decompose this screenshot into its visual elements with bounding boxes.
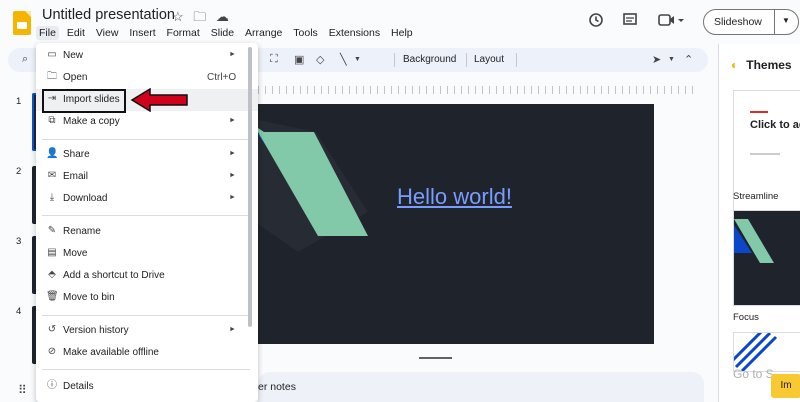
chevron-down-icon[interactable]: ▼: [782, 16, 790, 25]
menu-scrollbar[interactable]: [248, 47, 252, 327]
menu-extensions[interactable]: Extensions: [326, 26, 383, 40]
history-icon: ↺: [47, 324, 57, 335]
annotation-arrow-icon: [130, 88, 188, 112]
video-camera-icon[interactable]: [658, 12, 684, 32]
move-folder-icon: ▤: [47, 247, 57, 258]
shortcut-label: Ctrl+O: [207, 72, 237, 83]
email-icon: ✉: [47, 170, 57, 181]
menu-item-download[interactable]: ⤓ Download ►: [36, 188, 258, 210]
trash-icon: 🗑: [46, 291, 59, 302]
app-header: Untitled presentation ☆ 🗀 ☁ File Edit Vi…: [0, 0, 800, 44]
horizontal-ruler: [258, 86, 698, 94]
select-pointer-icon[interactable]: ➤: [652, 53, 661, 66]
folder-open-icon: 🗀: [47, 71, 57, 82]
menu-insert[interactable]: Insert: [126, 26, 158, 40]
theme-name: Focus: [733, 312, 759, 323]
menu-view[interactable]: View: [93, 26, 122, 40]
history-icon[interactable]: [588, 12, 604, 32]
menu-tools[interactable]: Tools: [290, 26, 321, 40]
themes-panel: ◐Themes Click to add Streamline Focus Go…: [718, 44, 800, 402]
menu-item-details[interactable]: ⓘ Details: [36, 376, 258, 398]
search-menus-icon[interactable]: ⌕: [22, 53, 28, 66]
menu-format[interactable]: Format: [164, 26, 203, 40]
menu-item-make-a-copy[interactable]: ⧉ Make a copy ►: [36, 111, 258, 133]
background-button[interactable]: Background: [403, 54, 456, 65]
menu-item-open[interactable]: 🗀 Open Ctrl+O: [36, 67, 258, 89]
star-icon[interactable]: ☆: [172, 9, 184, 24]
menu-item-move-to-bin[interactable]: 🗑 Move to bin: [36, 287, 258, 309]
import-theme-button[interactable]: Im: [771, 374, 800, 398]
menu-divider: [42, 369, 250, 370]
menu-divider: [42, 215, 250, 216]
menu-arrange[interactable]: Arrange: [242, 26, 285, 40]
submenu-arrow-icon: ►: [229, 326, 236, 333]
menu-slide[interactable]: Slide: [208, 26, 237, 40]
annotation-highlight-box: [42, 89, 126, 113]
submenu-arrow-icon: ►: [229, 117, 236, 124]
shape-icon[interactable]: ◇: [316, 53, 324, 66]
slide-number: 1: [16, 96, 22, 107]
import-theme-text: Go to S: [733, 367, 774, 381]
menu-item-add-shortcut[interactable]: ⬘ Add a shortcut to Drive: [36, 265, 258, 287]
menu-divider: [42, 315, 250, 316]
theme-card-third[interactable]: [733, 332, 800, 372]
speaker-notes-area[interactable]: [258, 372, 704, 402]
menu-item-rename[interactable]: ✎ Rename: [36, 221, 258, 243]
layout-button[interactable]: Layout: [474, 54, 504, 65]
download-icon: ⤓: [49, 192, 55, 203]
grid-view-icon[interactable]: ⠿: [18, 383, 27, 397]
menu-bar: File Edit View Insert Format Slide Arran…: [36, 26, 418, 42]
submenu-arrow-icon: ►: [229, 194, 236, 201]
menu-item-new[interactable]: ▭ New ►: [36, 45, 258, 67]
submenu-arrow-icon: ►: [229, 51, 236, 58]
palette-icon: ◐: [731, 58, 739, 72]
slide-canvas[interactable]: Hello world!: [258, 104, 654, 344]
theme-card-focus[interactable]: [733, 210, 800, 306]
comment-icon[interactable]: [622, 12, 638, 32]
image-icon[interactable]: ▣: [294, 53, 304, 66]
folder-move-icon[interactable]: 🗀: [193, 9, 206, 24]
document-title[interactable]: Untitled presentation: [42, 7, 175, 23]
resize-handle[interactable]: [419, 357, 452, 359]
slides-logo-icon[interactable]: [13, 11, 31, 35]
menu-item-email[interactable]: ✉ Email ►: [36, 166, 258, 188]
cloud-status-icon[interactable]: ☁: [216, 9, 229, 24]
slide-title-text[interactable]: Hello world!: [397, 184, 512, 210]
collapse-toolbar-icon[interactable]: ⌃: [684, 53, 693, 66]
line-icon[interactable]: ╲: [340, 53, 347, 66]
menu-help[interactable]: Help: [388, 26, 416, 40]
theme-name: Streamline: [733, 191, 779, 202]
slide-number: 3: [16, 236, 22, 247]
offline-icon: ⊘: [47, 346, 57, 357]
menu-file[interactable]: File: [36, 26, 59, 40]
menu-divider: [42, 139, 250, 140]
slide-number: 4: [16, 306, 22, 317]
submenu-arrow-icon: ►: [229, 172, 236, 179]
new-presentation-icon: ▭: [47, 49, 57, 60]
rename-icon: ✎: [47, 225, 57, 236]
speaker-notes-placeholder: er notes: [258, 381, 296, 393]
slide-decoration: [258, 120, 368, 252]
copy-icon: ⧉: [48, 115, 56, 126]
themes-heading: ◐ Themes: [731, 58, 792, 72]
slide-number: 2: [16, 166, 22, 177]
drive-shortcut-icon: ⬘: [48, 269, 56, 280]
select-frame-icon[interactable]: ⛶: [270, 53, 278, 66]
slideshow-label: Slideshow: [714, 16, 762, 28]
menu-item-move[interactable]: ▤ Move: [36, 243, 258, 265]
menu-item-make-offline[interactable]: ⊘ Make available offline: [36, 342, 258, 364]
line-dropdown-icon[interactable]: ▼: [354, 56, 361, 63]
menu-item-version-history[interactable]: ↺ Version history ►: [36, 320, 258, 342]
submenu-arrow-icon: ►: [229, 150, 236, 157]
pointer-dropdown-icon[interactable]: ▼: [668, 56, 675, 63]
menu-edit[interactable]: Edit: [64, 26, 88, 40]
menu-item-share[interactable]: 👤 Share ►: [36, 144, 258, 166]
theme-preview-text: Click to add: [750, 119, 800, 131]
share-person-icon: 👤: [46, 148, 59, 159]
slideshow-button[interactable]: Slideshow ▼: [703, 9, 799, 35]
info-icon: ⓘ: [47, 380, 57, 391]
